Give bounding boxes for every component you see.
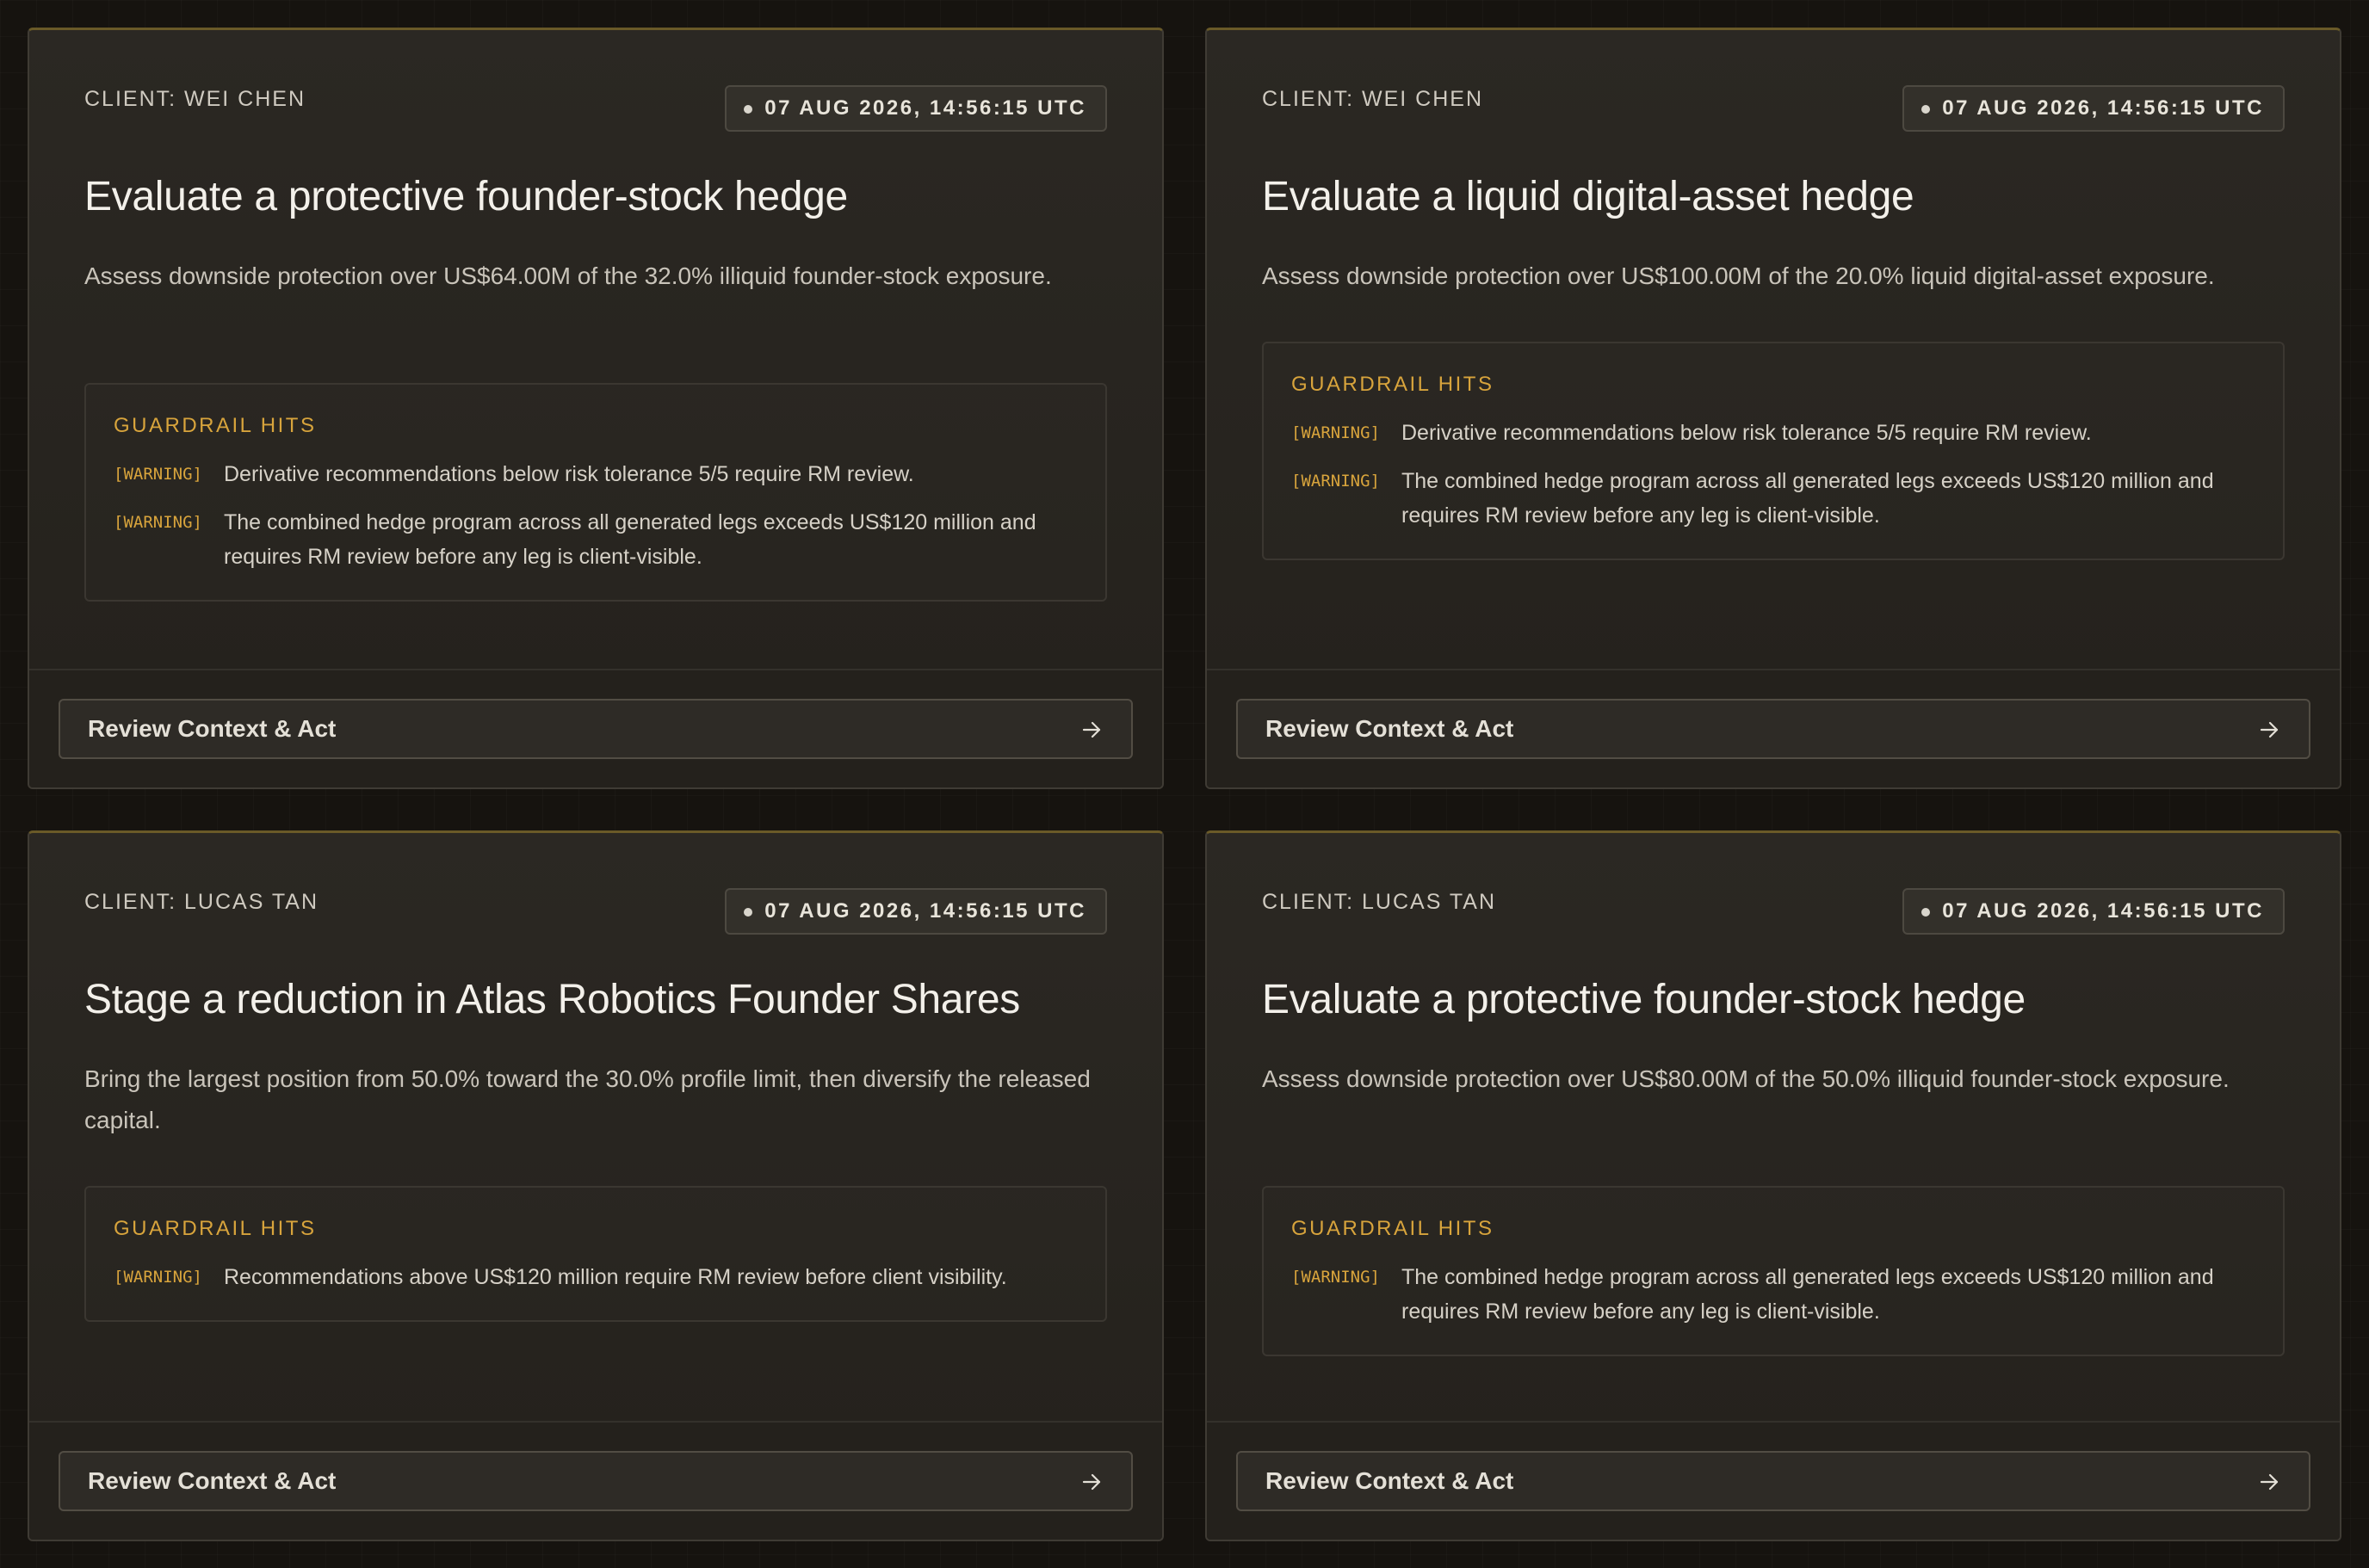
arrow-right-icon: [1082, 1473, 1101, 1491]
timestamp-text: 07 AUG 2026, 14:56:15 UTC: [764, 899, 1086, 923]
review-context-button[interactable]: Review Context & Act: [1236, 699, 2310, 759]
client-label: CLIENT: LUCAS TAN: [1262, 890, 1497, 914]
card-description: Assess downside protection over US$64.00…: [84, 262, 1052, 289]
timestamp-text: 07 AUG 2026, 14:56:15 UTC: [1942, 96, 2264, 120]
guardrail-title: GUARDRAIL HITS: [114, 414, 317, 437]
hit-level: [WARNING]: [1291, 423, 1380, 442]
status-dot-icon: [744, 908, 753, 917]
card-title: Evaluate a liquid digital-asset hedge: [1262, 174, 1914, 219]
client-label: CLIENT: LUCAS TAN: [84, 890, 319, 914]
review-context-label: Review Context & Act: [1265, 1467, 1514, 1494]
client-label: CLIENT: WEI CHEN: [1262, 87, 1484, 111]
hit-level: [WARNING]: [114, 513, 202, 532]
client-label: CLIENT: WEI CHEN: [84, 87, 306, 111]
card-description: Bring the largest position from 50.0% to…: [84, 1065, 1091, 1133]
review-context-button[interactable]: Review Context & Act: [1236, 1451, 2310, 1511]
timestamp-badge: 07 AUG 2026, 14:56:15 UTC: [1902, 85, 2285, 132]
guardrail-title: GUARDRAIL HITS: [1291, 373, 1494, 396]
arrow-right-icon: [1082, 721, 1101, 738]
guardrail-panel: GUARDRAIL HITS [WARNING] Derivative reco…: [1262, 342, 2285, 560]
guardrail-hit: [WARNING] The combined hedge program acr…: [114, 505, 1078, 574]
guardrail-title: GUARDRAIL HITS: [1291, 1217, 1494, 1240]
guardrail-hit: [WARNING] The combined hedge program acr…: [1291, 1260, 2255, 1329]
status-dot-icon: [1921, 908, 1931, 917]
review-context-label: Review Context & Act: [88, 1467, 337, 1494]
hit-text: Derivative recommendations below risk to…: [224, 462, 914, 486]
card-title: Evaluate a protective founder-stock hedg…: [84, 174, 848, 219]
guardrail-panel: GUARDRAIL HITS [WARNING] The combined he…: [1262, 1186, 2285, 1356]
hit-text: Recommendations above US$120 million req…: [224, 1265, 1007, 1289]
card-footer: Review Context & Act: [1207, 669, 2340, 787]
status-dot-icon: [744, 105, 753, 114]
timestamp-badge: 07 AUG 2026, 14:56:15 UTC: [725, 85, 1107, 132]
card-footer: Review Context & Act: [29, 669, 1162, 787]
hit-level: [WARNING]: [114, 1268, 202, 1287]
recommendation-card: CLIENT: WEI CHEN 07 AUG 2026, 14:56:15 U…: [28, 28, 1164, 789]
review-context-label: Review Context & Act: [1265, 715, 1514, 742]
arrow-right-icon: [2260, 721, 2279, 738]
arrow-right-icon: [2260, 1473, 2279, 1491]
timestamp-badge: 07 AUG 2026, 14:56:15 UTC: [725, 888, 1107, 935]
timestamp-text: 07 AUG 2026, 14:56:15 UTC: [1942, 899, 2264, 923]
card-title: Stage a reduction in Atlas Robotics Foun…: [84, 977, 1020, 1022]
hit-level: [WARNING]: [1291, 472, 1380, 491]
timestamp-badge: 07 AUG 2026, 14:56:15 UTC: [1902, 888, 2285, 935]
card-footer: Review Context & Act: [1207, 1421, 2340, 1540]
hit-text: The combined hedge program across all ge…: [1401, 1265, 2214, 1324]
review-context-button[interactable]: Review Context & Act: [59, 699, 1133, 759]
hit-text: The combined hedge program across all ge…: [224, 510, 1036, 569]
guardrail-title: GUARDRAIL HITS: [114, 1217, 317, 1240]
card-description: Assess downside protection over US$80.00…: [1262, 1065, 2230, 1092]
recommendation-card: CLIENT: LUCAS TAN 07 AUG 2026, 14:56:15 …: [28, 830, 1164, 1541]
review-context-label: Review Context & Act: [88, 715, 337, 742]
card-title: Evaluate a protective founder-stock hedg…: [1262, 977, 2026, 1022]
card-description: Assess downside protection over US$100.0…: [1262, 262, 2215, 289]
hit-level: [WARNING]: [1291, 1268, 1380, 1287]
hit-level: [WARNING]: [114, 465, 202, 484]
guardrail-panel: GUARDRAIL HITS [WARNING] Recommendations…: [84, 1186, 1107, 1322]
guardrail-panel: GUARDRAIL HITS [WARNING] Derivative reco…: [84, 383, 1107, 602]
guardrail-hit: [WARNING] The combined hedge program acr…: [1291, 464, 2255, 533]
guardrail-hit: [WARNING] Derivative recommendations bel…: [1291, 416, 2255, 450]
hit-text: The combined hedge program across all ge…: [1401, 469, 2214, 528]
recommendation-card: CLIENT: WEI CHEN 07 AUG 2026, 14:56:15 U…: [1205, 28, 2341, 789]
timestamp-text: 07 AUG 2026, 14:56:15 UTC: [764, 96, 1086, 120]
guardrail-hit: [WARNING] Derivative recommendations bel…: [114, 457, 1078, 491]
status-dot-icon: [1921, 105, 1931, 114]
recommendation-card: CLIENT: LUCAS TAN 07 AUG 2026, 14:56:15 …: [1205, 830, 2341, 1541]
guardrail-hit: [WARNING] Recommendations above US$120 m…: [114, 1260, 1078, 1294]
review-context-button[interactable]: Review Context & Act: [59, 1451, 1133, 1511]
hit-text: Derivative recommendations below risk to…: [1401, 421, 2092, 445]
card-footer: Review Context & Act: [29, 1421, 1162, 1540]
